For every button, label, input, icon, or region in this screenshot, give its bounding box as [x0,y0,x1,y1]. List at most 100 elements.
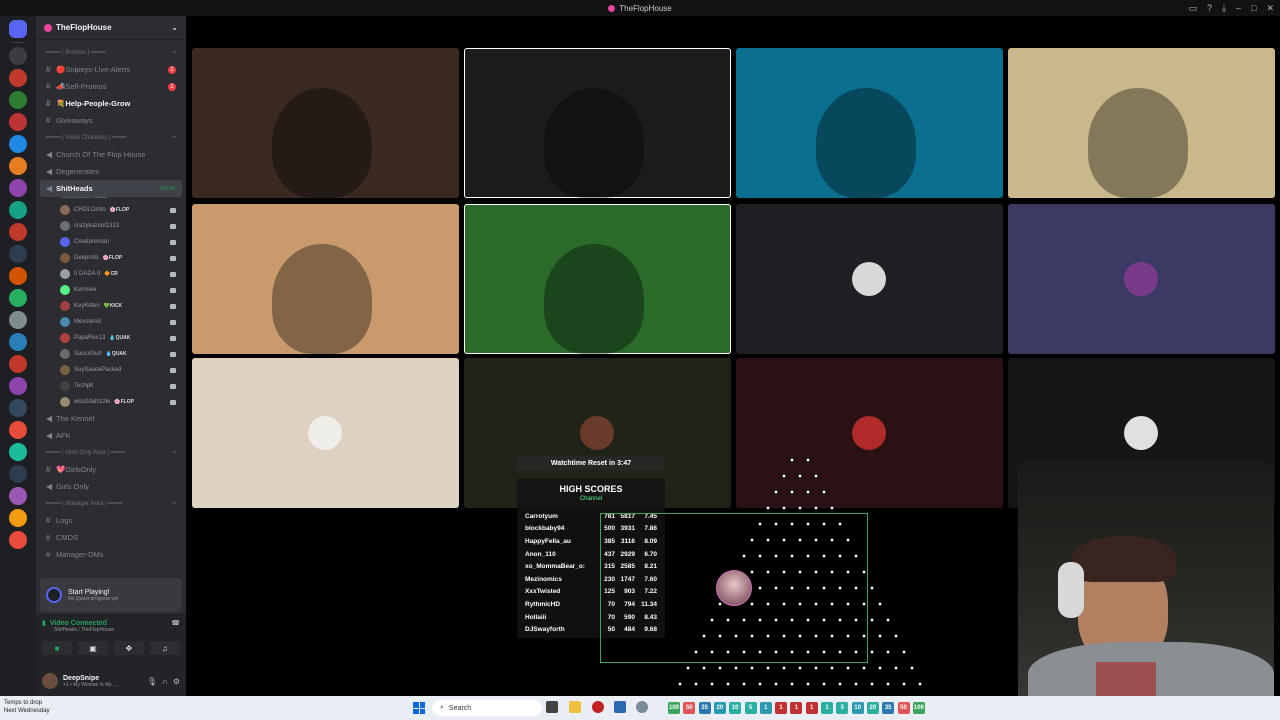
server-icon[interactable] [9,289,27,307]
text-channel[interactable]: # Manager-DMs [40,546,182,563]
server-icon[interactable] [9,311,27,329]
server-icon[interactable] [9,465,27,483]
voice-user[interactable]: Deeprrito 🌸FLOP [40,250,182,266]
server-icon[interactable] [9,47,27,65]
headphones-icon[interactable]: ∩ [162,677,168,686]
voice-user[interactable]: Techplt [40,378,182,394]
text-channel[interactable]: # 💐Help-People-Grow [40,95,182,112]
cam-tile-1[interactable] [192,48,459,198]
text-channel[interactable]: # 💖GirlsOnly [40,461,182,478]
voice-channel[interactable]: ◀ The Kennel [40,410,182,427]
voice-channel[interactable]: ◀ ShitHeads 4:27:47 [40,180,182,197]
windows-start-icon[interactable] [413,702,425,714]
server-icon[interactable] [9,91,27,109]
channel-category[interactable]: ━━━━ | Promos | ━━━━ + [40,44,182,61]
text-channel[interactable]: # Giveaways [40,112,182,129]
voice-user[interactable]: Mexsterio! [40,314,182,330]
voice-channel[interactable]: ◀ Church Of The Flop House [40,146,182,163]
add-channel-icon[interactable]: + [172,135,176,141]
app-icon-2[interactable] [614,701,626,713]
taskbar-search[interactable]: ⌕ Search [432,700,542,716]
server-icon[interactable] [9,399,27,417]
add-channel-icon[interactable]: + [172,50,176,56]
server-icon[interactable] [9,245,27,263]
voice-user[interactable]: crazykazool1313 [40,218,182,234]
camera-icon [170,399,176,405]
task-view-icon[interactable] [546,701,558,713]
maximize-button[interactable]: □ [1251,3,1256,13]
text-channel[interactable]: # CMDS [40,529,182,546]
activities-button[interactable]: ✥ [114,641,144,655]
server-icon[interactable] [9,333,27,351]
server-icon[interactable] [9,201,27,219]
cam-tile-3[interactable] [736,48,1003,198]
app-icon[interactable] [592,701,604,713]
voice-user[interactable]: PapaRex13 💧QUAK [40,330,182,346]
quest-card[interactable]: Start Playing! No Quest progress yet [40,578,182,612]
voice-user[interactable]: SauceSuh 💧QUAK [40,346,182,362]
avatar[interactable] [42,673,58,689]
server-icon[interactable] [9,135,27,153]
help-icon[interactable]: ? [1207,3,1212,13]
add-channel-icon[interactable]: + [172,450,176,456]
text-channel[interactable]: # Logs [40,512,182,529]
cam-tile-2[interactable] [464,48,731,198]
soundboard-button[interactable]: ♫ [150,641,180,655]
server-icon[interactable] [9,223,27,241]
text-channel[interactable]: # 🔴Snipeys-Live-Alerts 1 [40,61,182,78]
voice-user[interactable]: Kermiee [40,282,182,298]
server-icon[interactable] [9,531,27,549]
channel-category[interactable]: ━━━━ | Girls Only Area | ━━━━ + [40,444,182,461]
server-icon[interactable] [9,179,27,197]
signal-icon[interactable]: ▮ [42,619,46,627]
avatar-tile-9[interactable] [192,358,459,508]
direct-messages-icon[interactable] [9,20,27,38]
voice-user[interactable]: woo2dahizzle 🌸FLOP [40,394,182,410]
server-icon[interactable] [9,487,27,505]
avatar [1124,416,1158,450]
plinko-peg [854,682,858,686]
voice-user[interactable]: KeyKitten 💚KICK [40,298,182,314]
plinko-peg [830,666,834,670]
voice-user[interactable]: II DADA II 🔶CR [40,266,182,282]
add-channel-icon[interactable]: + [172,501,176,507]
cam-tile-5[interactable] [192,204,459,354]
server-icon[interactable] [9,377,27,395]
avatar-tile-8[interactable] [1008,204,1275,354]
server-icon[interactable] [9,69,27,87]
voice-channel[interactable]: ◀ AFK [40,427,182,444]
voice-channel[interactable]: ◀ Degenerates [40,163,182,180]
server-icon[interactable] [9,443,27,461]
download-icon[interactable]: ⤓ [1222,3,1226,14]
channel-category[interactable]: ━━━━ | Voice Channels | ━━━━ + [40,129,182,146]
cam-tile-6[interactable] [464,204,731,354]
weather-widget[interactable]: Temps to drop Next Wednesday [4,699,50,715]
text-channel[interactable]: # 📣Self-Promos 1 [40,78,182,95]
file-explorer-icon[interactable] [569,701,581,713]
screenshare-button[interactable]: ▣ [78,641,108,655]
minimize-button[interactable]: – [1236,3,1241,13]
guild-header[interactable]: TheFlopHouse ⌄ [36,16,186,40]
voice-user[interactable]: Creatureman [40,234,182,250]
server-icon[interactable] [9,113,27,131]
server-icon[interactable] [9,509,27,527]
close-button[interactable]: ✕ [1266,3,1274,14]
server-icon[interactable] [9,157,27,175]
server-icon[interactable] [9,267,27,285]
inbox-icon[interactable]: ▭ [1188,3,1197,14]
cam-tile-4[interactable] [1008,48,1275,198]
disconnect-icon[interactable]: ☎ [171,619,180,627]
voice-channel[interactable]: ◀ Girls Only [40,478,182,495]
mic-icon[interactable]: 🎙 [147,677,157,686]
camera-icon [170,303,176,309]
camera-button[interactable]: ■ [42,641,72,655]
browser-icon[interactable] [636,701,648,713]
avatar-tile-7[interactable] [736,204,1003,354]
server-icon[interactable] [9,421,27,439]
voice-user[interactable]: SoySaucePacked [40,362,182,378]
plinko-peg [886,618,890,622]
voice-user[interactable]: CHOLOrrito 🌸FLOP [40,202,182,218]
channel-category[interactable]: ━━━━ | Manager Area | ━━━━ + [40,495,182,512]
server-icon[interactable] [9,355,27,373]
settings-gear-icon[interactable]: ⚙ [173,677,180,686]
